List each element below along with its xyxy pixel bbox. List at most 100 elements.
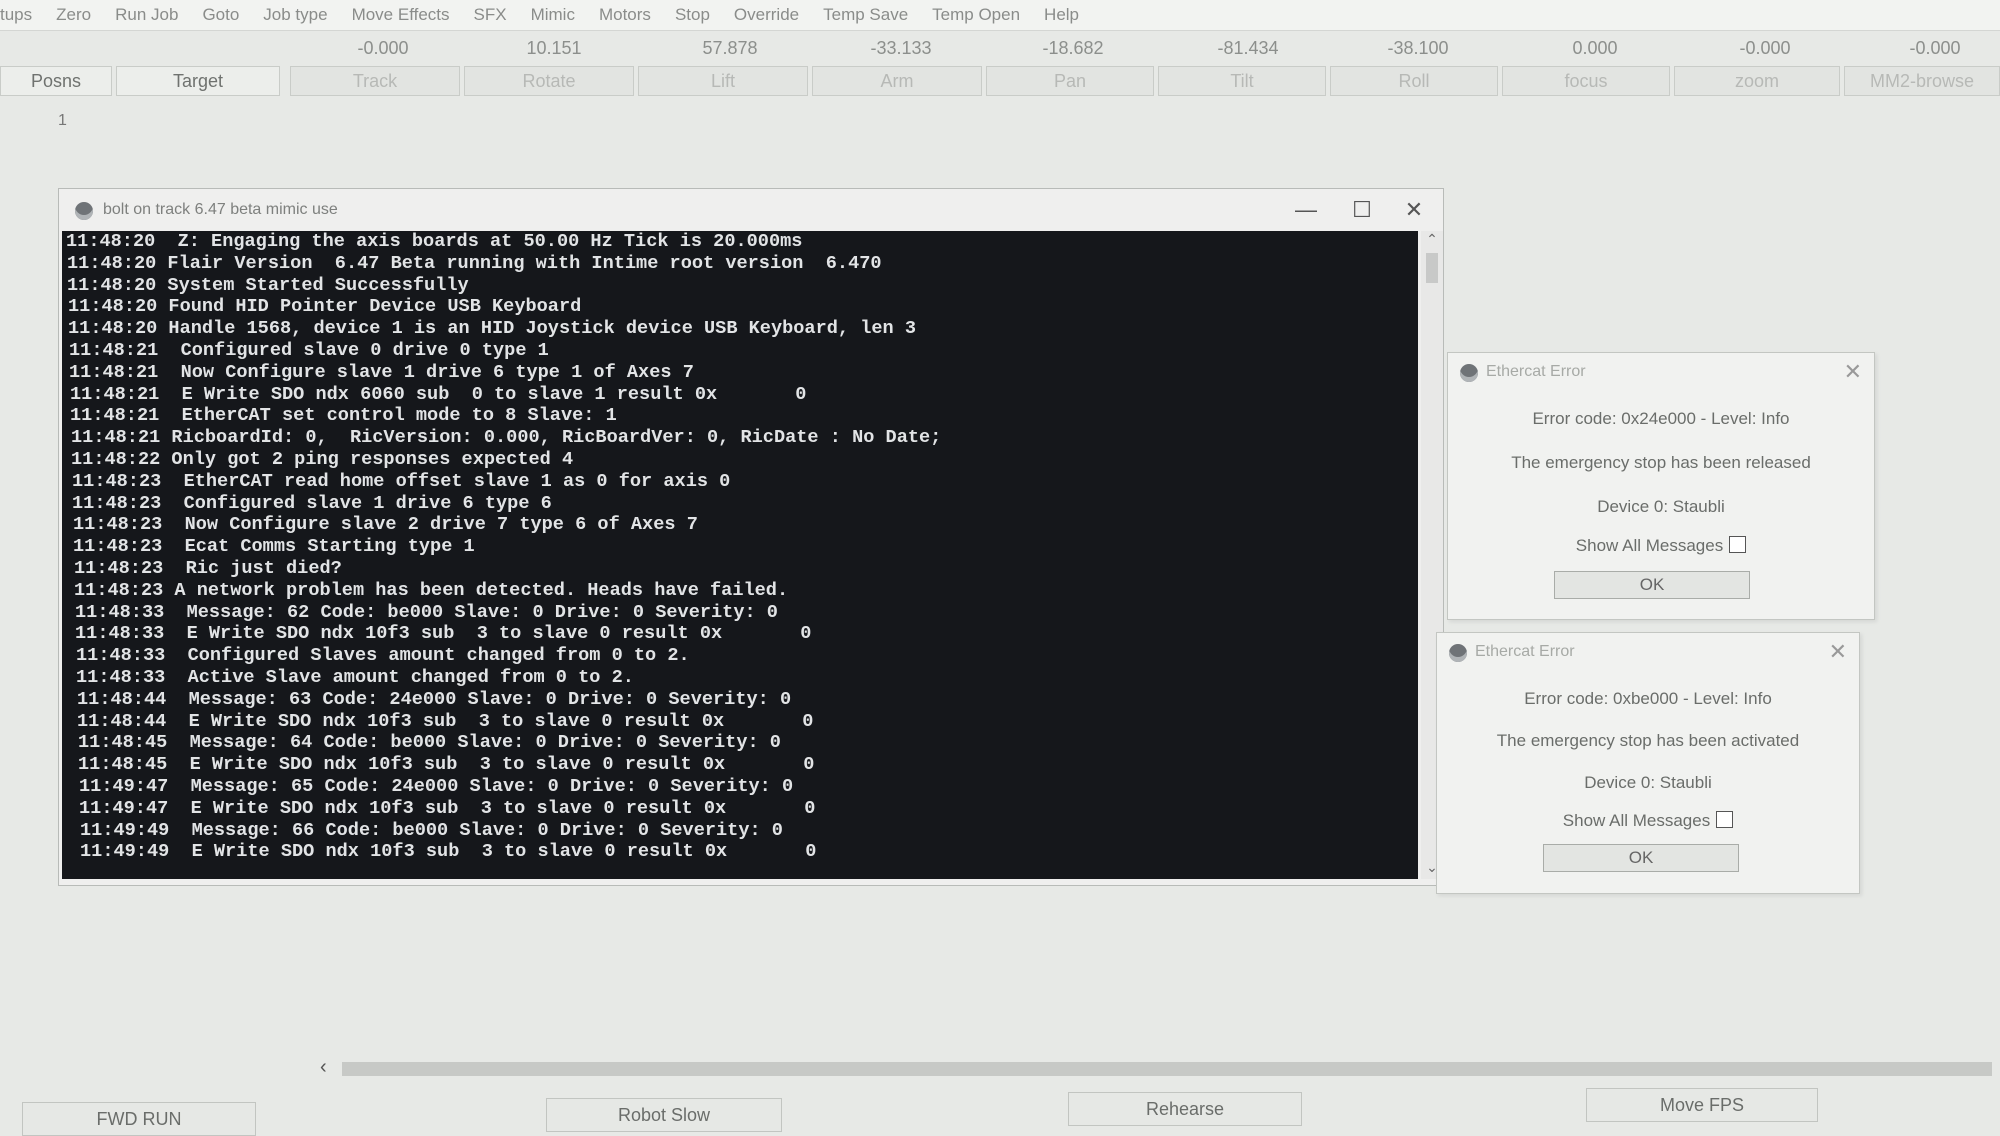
close-icon[interactable]: ✕	[1389, 193, 1439, 227]
menu-item-sfx[interactable]: SFX	[462, 5, 519, 25]
axis-button-track[interactable]: Track	[290, 66, 460, 96]
ethercat-error-dialog-released: Ethercat Error ✕ Error code: 0x24e000 - …	[1447, 352, 1875, 620]
console-line: 11:48:20 Z: Engaging the axis boards at …	[66, 231, 803, 252]
console-line: 11:48:20 Found HID Pointer Device USB Ke…	[68, 296, 582, 318]
menu-item-temp-save[interactable]: Temp Save	[811, 5, 920, 25]
error-code: Error code: 0xbe000 - Level: Info	[1524, 689, 1772, 708]
axis-button-rotate[interactable]: Rotate	[464, 66, 634, 96]
console-line: 11:48:21 RicboardId: 0, RicVersion: 0.00…	[71, 427, 942, 449]
close-icon[interactable]: ✕	[1844, 359, 1862, 385]
device-label: Device 0: Staubli	[1597, 497, 1725, 516]
main-horizontal-scrollbar[interactable]: ‹	[320, 1056, 2000, 1079]
rehearse-button[interactable]: Rehearse	[1068, 1092, 1302, 1126]
axis-button-mm2-browse[interactable]: MM2-browse	[1844, 66, 2000, 96]
ok-button[interactable]: OK	[1554, 571, 1750, 599]
console-line: 11:49:49 Message: 66 Code: be000 Slave: …	[80, 819, 783, 841]
move-fps-button[interactable]: Move FPS	[1586, 1088, 1818, 1122]
axis-value-lift: 57.878	[702, 38, 758, 58]
console-title-bar[interactable]: bolt on track 6.47 beta mimic use — ☐ ✕	[59, 189, 1443, 231]
axis-value-tilt: -81.434	[1217, 38, 1279, 58]
menu-item-mimic[interactable]: Mimic	[519, 5, 587, 25]
dialog-title: Ethercat Error	[1486, 363, 1586, 380]
maximize-icon[interactable]: ☐	[1337, 193, 1387, 227]
bottom-button-bar: FWD RUN Robot Slow Rehearse Move FPS	[0, 1080, 2000, 1136]
menu-item-help[interactable]: Help	[1032, 5, 1091, 25]
menu-item-goto[interactable]: Goto	[190, 5, 251, 25]
scroll-up-icon[interactable]: ⌃	[1421, 231, 1443, 251]
axis-button-row: Posns Target Track Rotate Lift Arm Pan T…	[0, 66, 2000, 98]
show-all-messages-label: Show All Messages	[1575, 536, 1724, 555]
console-line: 11:48:21 Now Configure slave 1 drive 6 t…	[69, 361, 694, 383]
axis-button-pan[interactable]: Pan	[986, 66, 1154, 96]
show-all-messages-row: Show All Messages	[1437, 811, 1859, 831]
menu-item-override[interactable]: Override	[722, 5, 811, 25]
dialog-title: Ethercat Error	[1475, 643, 1575, 660]
console-title: bolt on track 6.47 beta mimic use	[103, 201, 338, 218]
menu-item-motors[interactable]: Motors	[587, 5, 663, 25]
menu-item-move-effects[interactable]: Move Effects	[340, 5, 462, 25]
menu-bar: tups Zero Run Job Goto Job type Move Eff…	[0, 0, 2000, 31]
menu-item-run-job[interactable]: Run Job	[103, 5, 190, 25]
axis-value-pan: -18.682	[1042, 38, 1104, 58]
menu-item-job-type[interactable]: Job type	[251, 5, 339, 25]
menu-item-zero[interactable]: Zero	[44, 5, 103, 25]
console-line: 11:48:20 Handle 1568, device 1 is an HID…	[68, 318, 917, 340]
console-line: 11:48:23 Ecat Comms Starting type 1	[73, 536, 475, 558]
menu-item-setups[interactable]: tups	[0, 5, 44, 25]
console-output[interactable]: 11:48:20 Z: Engaging the axis boards at …	[62, 231, 1418, 879]
fwd-run-button[interactable]: FWD RUN	[22, 1102, 256, 1136]
axis-value-roll: -38.100	[1387, 38, 1449, 58]
console-line: 11:48:33 Configured Slaves amount change…	[76, 645, 690, 667]
minimize-icon[interactable]: —	[1281, 193, 1331, 227]
error-message: The emergency stop has been released	[1511, 453, 1811, 472]
console-line: 11:49:47 Message: 65 Code: 24e000 Slave:…	[79, 775, 794, 797]
robot-slow-button[interactable]: Robot Slow	[546, 1098, 782, 1132]
target-button[interactable]: Target	[116, 66, 280, 96]
console-line: 11:48:33 E Write SDO ndx 10f3 sub 3 to s…	[75, 623, 812, 645]
axis-values-row: -0.000 10.151 57.878 -33.133 -18.682 -81…	[0, 34, 2000, 64]
console-line: 11:48:21 Configured slave 0 drive 0 type…	[69, 339, 549, 361]
console-line: 11:48:23 Now Configure slave 2 drive 7 t…	[73, 514, 698, 536]
axis-button-focus[interactable]: focus	[1502, 66, 1670, 96]
show-all-messages-row: Show All Messages	[1448, 536, 1874, 556]
menu-item-stop[interactable]: Stop	[663, 5, 722, 25]
console-line: 11:48:21 EtherCAT set control mode to 8 …	[70, 405, 617, 427]
axis-value-zoom: -0.000	[1739, 38, 1791, 58]
show-all-messages-checkbox[interactable]	[1729, 536, 1747, 553]
scroll-thumb[interactable]	[1426, 253, 1438, 283]
console-line: 11:48:33 Message: 62 Code: be000 Slave: …	[75, 601, 778, 623]
error-message: The emergency stop has been activated	[1496, 731, 1800, 750]
app-icon	[1460, 364, 1478, 382]
close-icon[interactable]: ✕	[1829, 639, 1847, 665]
axis-value-focus: 0.000	[1572, 38, 1618, 58]
scroll-track[interactable]	[342, 1062, 1992, 1076]
axis-button-lift[interactable]: Lift	[638, 66, 808, 96]
axis-button-tilt[interactable]: Tilt	[1158, 66, 1326, 96]
app-icon	[1449, 644, 1467, 662]
show-all-messages-checkbox[interactable]	[1716, 811, 1734, 828]
console-line: 11:49:47 E Write SDO ndx 10f3 sub 3 to s…	[79, 797, 816, 819]
console-line: 11:48:23 EtherCAT read home offset slave…	[72, 470, 731, 492]
console-line: 11:48:33 Active Slave amount changed fro…	[76, 666, 634, 688]
axis-value-mm2: -0.000	[1909, 38, 1961, 58]
console-line: 11:48:44 E Write SDO ndx 10f3 sub 3 to s…	[77, 710, 814, 732]
axis-value-rotate: 10.151	[526, 38, 582, 58]
console-line: 11:48:45 Message: 64 Code: be000 Slave: …	[78, 732, 781, 754]
axis-value-arm: -33.133	[870, 38, 932, 58]
ok-button[interactable]: OK	[1543, 844, 1739, 872]
console-line: 11:48:44 Message: 63 Code: 24e000 Slave:…	[77, 688, 792, 710]
console-line: 11:48:45 E Write SDO ndx 10f3 sub 3 to s…	[78, 754, 815, 776]
axis-button-roll[interactable]: Roll	[1330, 66, 1498, 96]
posns-button[interactable]: Posns	[0, 66, 112, 96]
console-window: bolt on track 6.47 beta mimic use — ☐ ✕ …	[58, 188, 1444, 886]
axis-button-arm[interactable]: Arm	[812, 66, 982, 96]
console-line: 11:48:23 Configured slave 1 drive 6 type…	[72, 492, 552, 514]
console-line: 11:48:23 Ric just died?	[74, 557, 342, 579]
axis-button-zoom[interactable]: zoom	[1674, 66, 1840, 96]
console-line: 11:49:49 E Write SDO ndx 10f3 sub 3 to s…	[80, 841, 817, 863]
menu-item-temp-open[interactable]: Temp Open	[920, 5, 1032, 25]
scroll-left-icon[interactable]: ‹	[320, 1056, 327, 1079]
show-all-messages-label: Show All Messages	[1562, 811, 1711, 830]
device-label: Device 0: Staubli	[1584, 773, 1712, 792]
console-line: 11:48:21 E Write SDO ndx 6060 sub 0 to s…	[70, 383, 807, 405]
